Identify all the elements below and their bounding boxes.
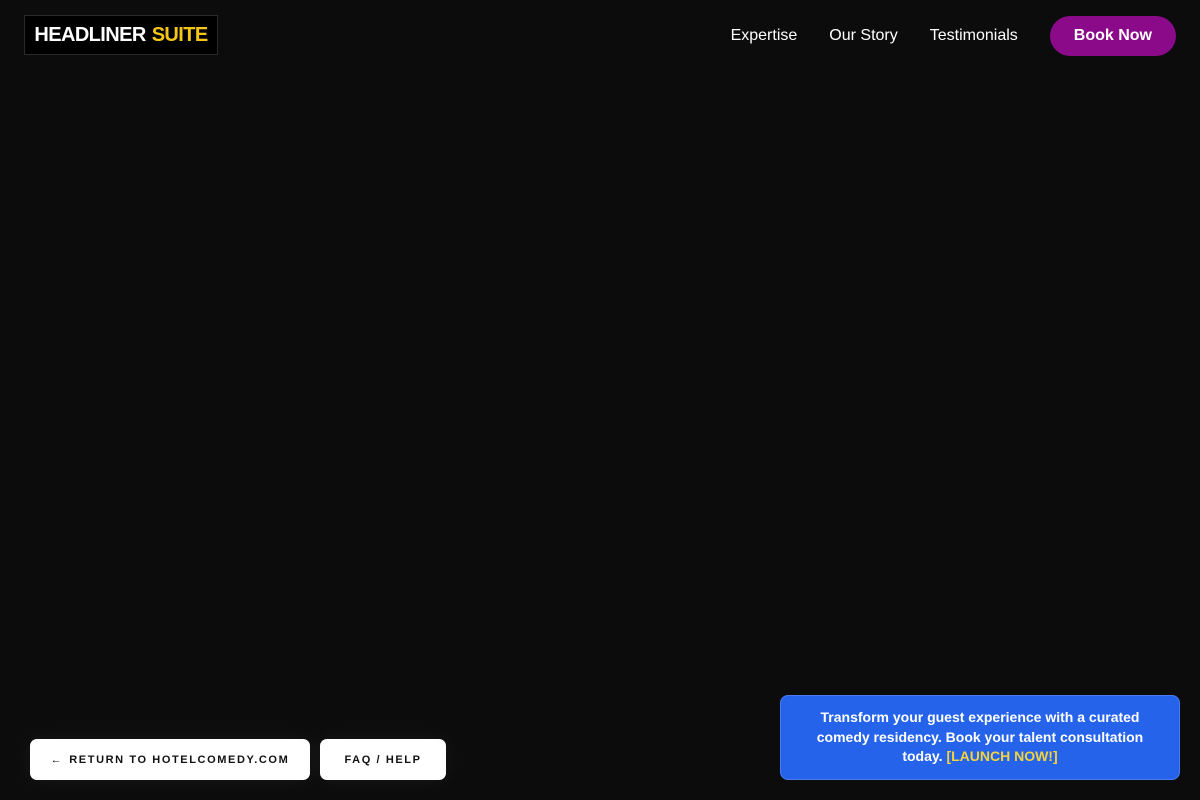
bottom-left-actions: ← RETURN TO HOTELCOMEDY.COM FAQ / HELP [30, 739, 446, 780]
promo-text-block: Transform your guest experience with a c… [807, 708, 1153, 767]
faq-help-button[interactable]: FAQ / HELP [320, 739, 446, 780]
nav-link-testimonials[interactable]: Testimonials [930, 27, 1018, 45]
nav-link-expertise[interactable]: Expertise [731, 27, 798, 45]
main-nav: Expertise Our Story Testimonials Book No… [731, 16, 1176, 56]
left-arrow-icon: ← [50, 753, 64, 766]
site-header: HEADLINER SUITE Expertise Our Story Test… [0, 0, 1200, 72]
nav-link-our-story[interactable]: Our Story [829, 27, 897, 45]
promo-launch-link[interactable]: [LAUNCH NOW!] [946, 748, 1057, 764]
logo-accent-text: SUITE [151, 23, 209, 46]
return-button-label: RETURN TO HOTELCOMEDY.COM [69, 753, 290, 766]
site-logo[interactable]: HEADLINER SUITE [24, 15, 218, 55]
promo-banner[interactable]: Transform your guest experience with a c… [780, 695, 1180, 780]
page: HEADLINER SUITE Expertise Our Story Test… [0, 0, 1200, 800]
return-to-site-button[interactable]: ← RETURN TO HOTELCOMEDY.COM [30, 739, 310, 780]
book-now-button[interactable]: Book Now [1049, 16, 1176, 56]
logo-main-text: HEADLINER [34, 23, 146, 46]
